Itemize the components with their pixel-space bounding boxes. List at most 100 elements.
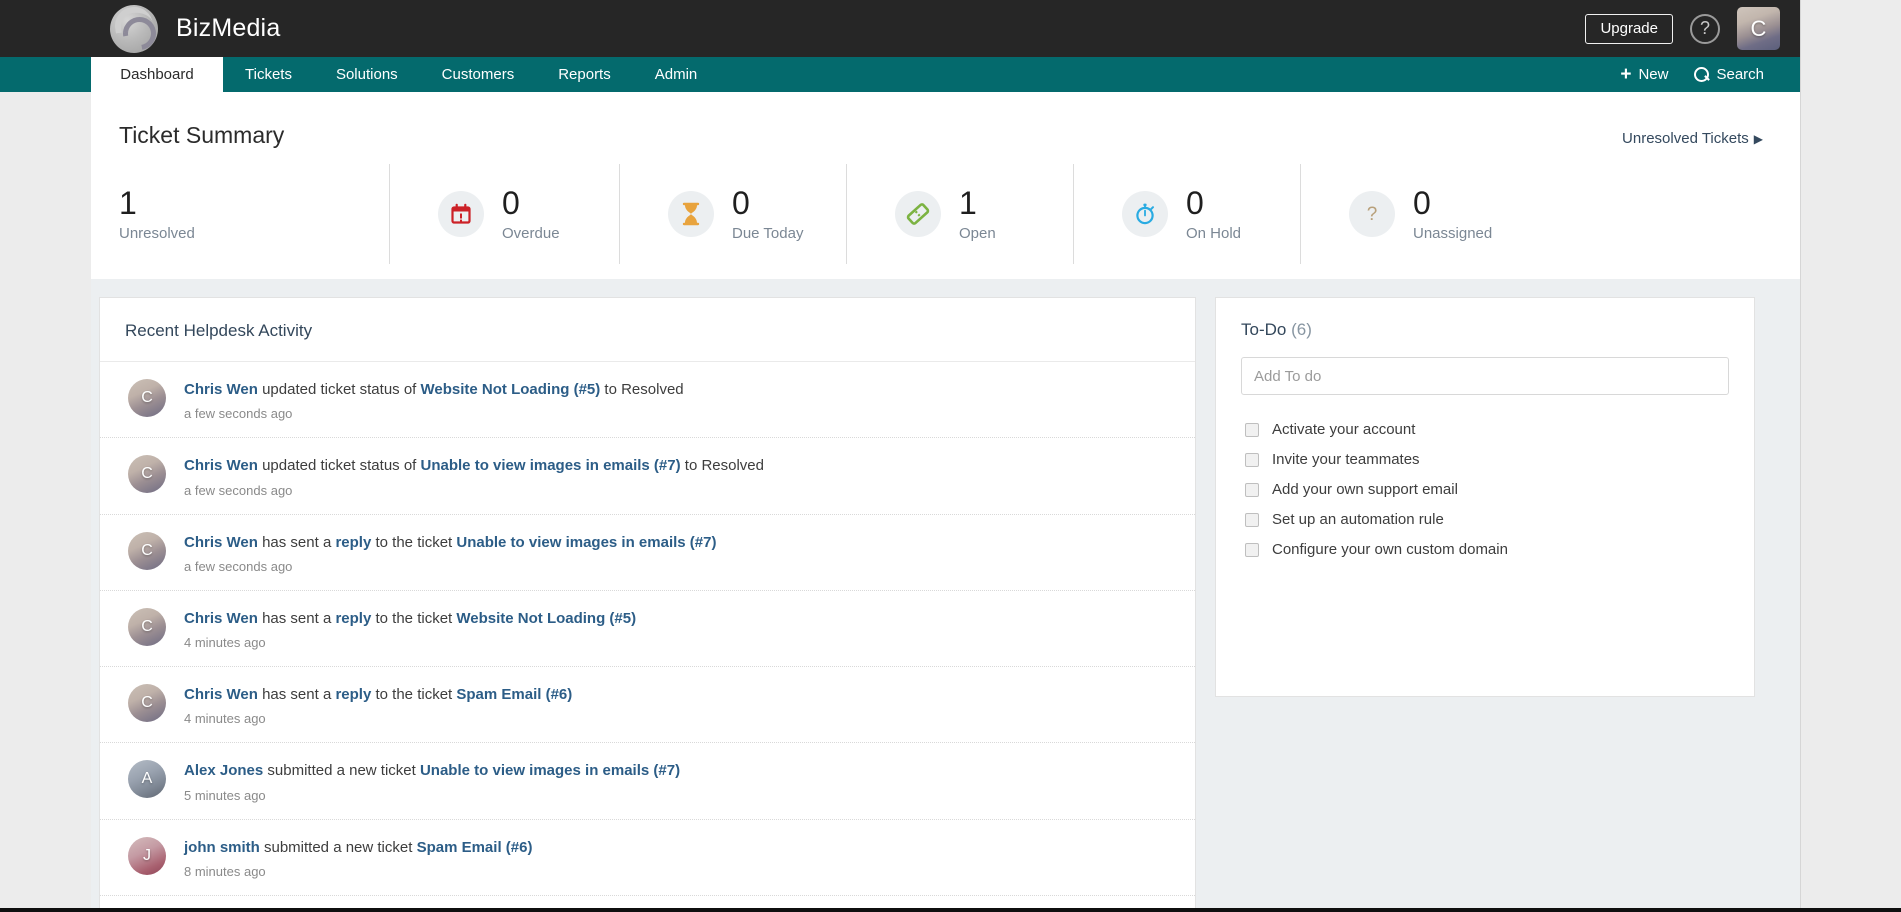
list-item[interactable]: Set up an automation rule	[1216, 505, 1754, 535]
nav-right-actions: + New Search	[1620, 57, 1764, 92]
circular-swirl-logo-icon	[110, 5, 158, 53]
activity-plain-text: to the ticket	[371, 686, 456, 703]
todo-checkbox[interactable]	[1245, 513, 1259, 527]
todo-checkbox[interactable]	[1245, 423, 1259, 437]
activity-link[interactable]: Chris Wen	[184, 534, 258, 551]
tab-label: Dashboard	[120, 66, 193, 83]
avatar: C	[128, 608, 166, 646]
activity-link[interactable]: Chris Wen	[184, 686, 258, 703]
activity-body: Chris Wen updated ticket status of Unabl…	[184, 455, 764, 497]
tab-customers[interactable]: Customers	[420, 57, 537, 92]
activity-plain-text: has sent a	[258, 686, 336, 703]
stat-unresolved[interactable]: 1Unresolved	[119, 164, 389, 264]
tab-label: Reports	[558, 66, 611, 83]
todo-title: To-Do (6)	[1216, 298, 1754, 340]
activity-link[interactable]: Unable to view images in emails (#7)	[456, 534, 716, 551]
activity-row[interactable]: Jjohn smith submitted a new ticket Spam …	[100, 820, 1195, 896]
avatar[interactable]: C	[1737, 7, 1780, 50]
add-todo-input[interactable]	[1241, 357, 1729, 395]
tab-label: Customers	[442, 66, 515, 83]
stat-text: 0Unassigned	[1413, 186, 1492, 242]
tab-solutions[interactable]: Solutions	[314, 57, 420, 92]
activity-body: Chris Wen has sent a reply to the ticket…	[184, 684, 572, 726]
activity-row[interactable]: C Chris Wen has sent a reply to the ticke…	[100, 515, 1195, 591]
list-item[interactable]: Invite your teammates	[1216, 445, 1754, 475]
todo-item-label[interactable]: Activate your account	[1272, 421, 1415, 438]
activity-link[interactable]: Website Not Loading (#5)	[421, 381, 601, 398]
stat-open[interactable]: 1Open	[846, 164, 1073, 264]
bottom-edge	[0, 908, 1901, 912]
recent-activity-card: Recent Helpdesk Activity CChris Wen upda…	[99, 297, 1196, 912]
activity-row[interactable]: CChris Wen updated ticket status of Unab…	[100, 438, 1195, 514]
stat-text: 0On Hold	[1186, 186, 1241, 242]
todo-item-label[interactable]: Add your own support email	[1272, 481, 1458, 498]
avatar: C	[128, 684, 166, 722]
stat-value: 0	[1413, 186, 1492, 221]
unresolved-tickets-link[interactable]: Unresolved Tickets ▶	[1622, 130, 1763, 147]
activity-plain-text: submitted a new ticket	[263, 762, 420, 779]
todo-checkbox[interactable]	[1245, 483, 1259, 497]
stat-value: 0	[732, 186, 803, 221]
list-item[interactable]: Configure your own custom domain	[1216, 535, 1754, 565]
activity-row[interactable]: CChris Wen has sent a reply to the ticke…	[100, 591, 1195, 667]
dashboard-body: Recent Helpdesk Activity CChris Wen upda…	[91, 279, 1800, 912]
stat-due-today[interactable]: 0Due Today	[619, 164, 846, 264]
todo-item-label[interactable]: Set up an automation rule	[1272, 511, 1444, 528]
tab-reports[interactable]: Reports	[536, 57, 633, 92]
list-item[interactable]: Add your own support email	[1216, 475, 1754, 505]
activity-link[interactable]: reply	[335, 534, 371, 551]
main-navigation-bar: Dashboard TicketsSolutions Customers Report…	[0, 57, 1800, 92]
activity-link[interactable]: Chris Wen	[184, 610, 258, 627]
activity-list: C Chris Wen updated ticket status of Webs…	[100, 362, 1195, 912]
new-button-label: New	[1638, 66, 1668, 83]
left-gutter	[0, 0, 91, 912]
question-circle-icon[interactable]: ?	[1690, 14, 1720, 44]
unresolved-tickets-link-label: Unresolved Tickets	[1622, 130, 1749, 147]
stat-unassigned[interactable]: ?0Unassigned	[1300, 164, 1522, 264]
activity-link[interactable]: Chris Wen	[184, 381, 258, 398]
todo-title-label: To-Do	[1241, 320, 1286, 339]
activity-link[interactable]: reply	[335, 610, 371, 627]
stat-label: Overdue	[502, 225, 560, 242]
activity-plain-text: to the ticket	[371, 610, 456, 627]
tab-dashboard[interactable]: Dashboard	[91, 57, 223, 92]
tab-admin[interactable]: Admin	[633, 57, 720, 92]
activity-link[interactable]: john smith	[184, 839, 260, 856]
activity-link[interactable]: Spam Email (#6)	[456, 686, 572, 703]
activity-row[interactable]: C Chris Wen has sent a reply to the ticke…	[100, 667, 1195, 743]
activity-row[interactable]: C Chris Wen updated ticket status of Webs…	[100, 362, 1195, 438]
tab-tickets[interactable]: Tickets	[223, 57, 314, 92]
avatar: C	[128, 532, 166, 570]
activity-timestamp: a few seconds ago	[184, 406, 684, 421]
activity-link[interactable]: Unable to view images in emails (#7)	[420, 762, 680, 779]
list-item[interactable]: Activate your account	[1216, 415, 1754, 445]
tab-label: Admin	[655, 66, 698, 83]
search-button[interactable]: Search	[1694, 66, 1764, 83]
plus-icon: +	[1620, 65, 1631, 84]
activity-timestamp: a few seconds ago	[184, 483, 764, 498]
activity-link[interactable]: Spam Email (#6)	[417, 839, 533, 856]
activity-body: Chris Wen has sent a reply to the ticket…	[184, 532, 716, 574]
new-button[interactable]: + New	[1620, 65, 1668, 84]
hourglass-icon	[668, 191, 714, 237]
activity-link[interactable]: Website Not Loading (#5)	[456, 610, 636, 627]
avatar: C	[128, 379, 166, 417]
activity-row[interactable]: AAlex Jones submitted a new ticket Unabl…	[100, 743, 1195, 819]
activity-text: Chris Wen updated ticket status of Websi…	[184, 380, 684, 400]
upgrade-button[interactable]: Upgrade	[1585, 14, 1673, 44]
todo-checkbox[interactable]	[1245, 453, 1259, 467]
activity-link[interactable]: reply	[335, 686, 371, 703]
activity-link[interactable]: Alex Jones	[184, 762, 263, 779]
activity-link[interactable]: Chris Wen	[184, 457, 258, 474]
activity-plain-text: to Resolved	[600, 381, 683, 398]
activity-timestamp: a few seconds ago	[184, 559, 716, 574]
todo-checkbox[interactable]	[1245, 543, 1259, 557]
stat-overdue[interactable]: 0Overdue	[389, 164, 619, 264]
activity-timestamp: 4 minutes ago	[184, 635, 636, 650]
stat-value: 1	[959, 186, 996, 221]
activity-plain-text: updated ticket status of	[258, 381, 421, 398]
todo-item-label[interactable]: Invite your teammates	[1272, 451, 1420, 468]
activity-link[interactable]: Unable to view images in emails (#7)	[421, 457, 681, 474]
stat-on-hold[interactable]: 0On Hold	[1073, 164, 1300, 264]
todo-item-label[interactable]: Configure your own custom domain	[1272, 541, 1508, 558]
